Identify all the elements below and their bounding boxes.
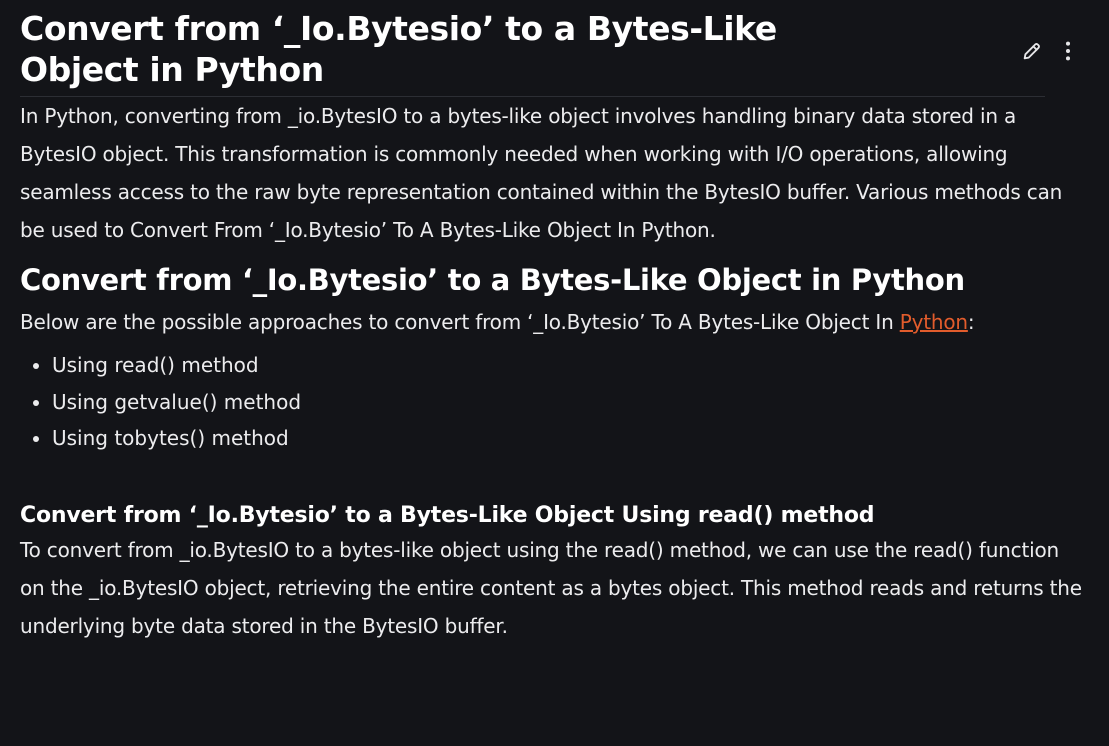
- intro-paragraph: In Python, converting from _io.BytesIO t…: [20, 104, 1063, 242]
- python-link[interactable]: Python: [900, 310, 968, 334]
- more-vertical-icon[interactable]: [1057, 40, 1079, 62]
- article-header: Convert from ‘_Io.Bytesio’ to a Bytes-Li…: [20, 0, 1071, 97]
- approaches-paragraph: Below are the possible approaches to con…: [20, 303, 1089, 341]
- approaches-suffix: :: [967, 310, 975, 334]
- article-page: Convert from ‘_Io.Bytesio’ to a Bytes-Li…: [0, 0, 1109, 746]
- list-item: Using read() method: [52, 347, 1089, 384]
- approach-list: Using read() method Using getvalue() met…: [20, 347, 1089, 457]
- approaches-text: Below are the possible approaches to con…: [20, 310, 900, 334]
- read-method-paragraph: To convert from _io.BytesIO to a bytes-l…: [20, 537, 1082, 638]
- header-actions: [1021, 40, 1079, 62]
- list-item: Using tobytes() method: [52, 420, 1089, 457]
- subsection-heading: Convert from ‘_Io.Bytesio’ to a Bytes-Li…: [20, 502, 875, 528]
- section-heading: Convert from ‘_Io.Bytesio’ to a Bytes-Li…: [20, 263, 965, 297]
- list-item: Using getvalue() method: [52, 384, 1089, 421]
- page-title: Convert from ‘_Io.Bytesio’ to a Bytes-Li…: [20, 9, 777, 89]
- pencil-icon[interactable]: [1021, 40, 1043, 62]
